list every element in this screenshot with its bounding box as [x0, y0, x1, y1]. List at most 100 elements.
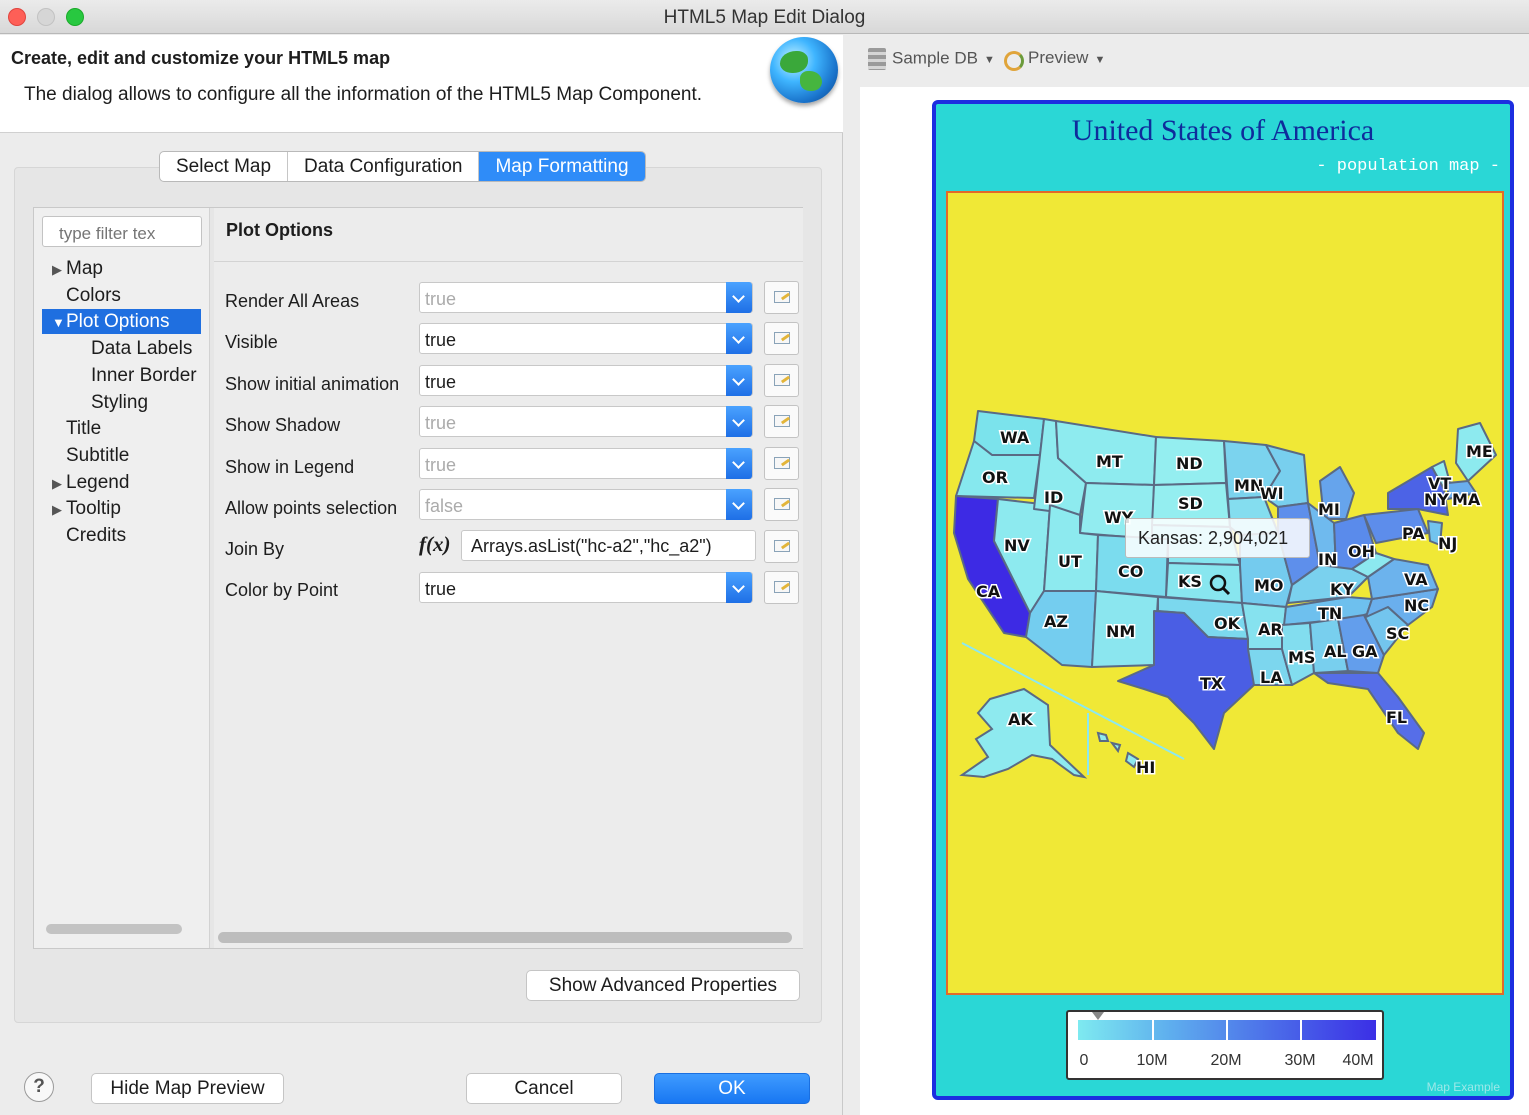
show-shadow-select[interactable]: true	[419, 406, 753, 437]
dropdown-chevron-icon[interactable]	[726, 489, 752, 520]
dropdown-chevron-icon[interactable]	[726, 282, 752, 313]
state-label: MI	[1318, 500, 1340, 519]
refresh-preview-icon	[1002, 49, 1024, 71]
tree-horizontal-scrollbar[interactable]	[46, 924, 182, 934]
tab-data-configuration[interactable]: Data Configuration	[288, 152, 480, 181]
color-axis-legend: 0 10M 20M 30M 40M	[1066, 1010, 1384, 1080]
tree-item-colors[interactable]: Colors	[66, 283, 121, 308]
state-label: SD	[1178, 494, 1203, 513]
state-label: PA	[1402, 524, 1425, 543]
state-label: WA	[1000, 428, 1030, 447]
dialog-panel: Create, edit and customize your HTML5 ma…	[0, 35, 843, 1115]
state-label: CA	[976, 582, 1001, 601]
map-plot-area: WA OR CA NV ID MT WY UT AZ CO NM ND SD K…	[946, 191, 1504, 995]
prop-label-show-in-legend: Show in Legend	[225, 457, 355, 477]
color-by-point-edit-button[interactable]	[764, 571, 799, 604]
dropdown-chevron-icon[interactable]	[726, 572, 752, 603]
show-initial-animation-select[interactable]: true	[419, 365, 753, 396]
datasource-dropdown[interactable]: Sample DB ▼	[868, 48, 995, 70]
dropdown-chevron-icon[interactable]	[726, 323, 752, 354]
show-shadow-edit-button[interactable]	[764, 405, 799, 438]
legend-tick	[1226, 1020, 1228, 1040]
show-initial-animation-edit-button[interactable]	[764, 364, 799, 397]
banner-heading: Create, edit and customize your HTML5 ma…	[11, 48, 391, 68]
edit-expression-icon	[774, 332, 790, 344]
visible-edit-button[interactable]	[764, 322, 799, 355]
properties-horizontal-scrollbar[interactable]	[218, 932, 792, 943]
ok-button[interactable]: OK	[654, 1073, 810, 1104]
state-ak[interactable]	[959, 687, 1088, 779]
collapse-arrow-icon[interactable]: ▼	[52, 310, 66, 335]
tree-filter-input[interactable]	[42, 216, 202, 247]
color-by-point-select[interactable]: true	[419, 572, 753, 603]
show-in-legend-select[interactable]: true	[419, 448, 753, 479]
state-label: MS	[1288, 648, 1315, 667]
tab-select-map[interactable]: Select Map	[160, 152, 289, 181]
dropdown-chevron-icon[interactable]	[726, 406, 752, 437]
edit-expression-icon	[774, 581, 790, 593]
state-label: NJ	[1438, 534, 1457, 553]
state-label: ND	[1176, 454, 1203, 473]
cancel-button[interactable]: Cancel	[466, 1073, 622, 1104]
dialog-banner: Create, edit and customize your HTML5 ma…	[0, 35, 843, 133]
expand-arrow-icon[interactable]: ▶	[52, 471, 66, 496]
select-value: true	[425, 289, 457, 309]
select-value: false	[425, 496, 464, 516]
dropdown-chevron-icon[interactable]	[726, 448, 752, 479]
formatting-panel: ▶Map Colors ▼Plot Options Data Labels In…	[33, 207, 803, 949]
state-label: HI	[1136, 758, 1155, 777]
render-all-areas-edit-button[interactable]	[764, 281, 799, 314]
tree-item-plot-options[interactable]: ▼Plot Options	[42, 309, 201, 334]
state-label: FL	[1386, 708, 1407, 727]
caret-down-icon: ▼	[983, 54, 995, 67]
prop-label-show-initial-animation: Show initial animation	[225, 374, 400, 394]
join-by-input[interactable]: Arrays.asList("hc-a2","hc_a2")	[461, 530, 756, 561]
database-icon	[868, 48, 886, 70]
tree-item-map[interactable]: ▶ Map	[52, 256, 103, 281]
tree-item-inner-border[interactable]: Inner Border	[91, 363, 197, 388]
state-label: VA	[1404, 570, 1428, 589]
render-all-areas-select[interactable]: true	[419, 282, 753, 313]
state-hi[interactable]	[1096, 731, 1140, 769]
tree-item-data-labels[interactable]: Data Labels	[91, 336, 192, 361]
state-fl[interactable]	[1313, 672, 1425, 750]
allow-points-selection-select[interactable]: false	[419, 489, 753, 520]
tree-item-credits[interactable]: Credits	[66, 523, 126, 548]
state-label: OR	[982, 468, 1008, 487]
preview-dropdown[interactable]: Preview ▼	[1002, 48, 1106, 71]
caret-down-icon: ▼	[1094, 54, 1106, 66]
tab-map-formatting[interactable]: Map Formatting	[479, 152, 645, 181]
options-tree: ▶Map Colors ▼Plot Options Data Labels In…	[34, 208, 210, 948]
show-in-legend-edit-button[interactable]	[764, 447, 799, 480]
state-label: KY	[1330, 580, 1354, 599]
tree-item-styling[interactable]: Styling	[91, 390, 148, 415]
tree-item-tooltip[interactable]: ▶ Tooltip	[52, 496, 121, 521]
state-label: NV	[1004, 536, 1030, 555]
legend-label: 10M	[1136, 1052, 1168, 1069]
tree-item-label: Data Labels	[91, 338, 193, 359]
join-by-edit-button[interactable]	[764, 530, 799, 563]
tree-item-subtitle[interactable]: Subtitle	[66, 443, 129, 468]
state-label: MA	[1452, 490, 1481, 509]
state-label: LA	[1260, 668, 1283, 687]
expand-arrow-icon[interactable]: ▶	[52, 497, 66, 522]
tree-item-label: Inner Border	[91, 365, 197, 386]
state-label: GA	[1352, 642, 1378, 661]
prop-label-render-all-areas: Render All Areas	[225, 291, 360, 311]
show-advanced-properties-button[interactable]: Show Advanced Properties	[526, 970, 800, 1001]
visible-select[interactable]: true	[419, 323, 753, 354]
allow-points-selection-edit-button[interactable]	[764, 488, 799, 521]
legend-label: 20M	[1210, 1052, 1242, 1069]
help-icon[interactable]: ?	[24, 1072, 54, 1102]
state-label: ID	[1044, 488, 1063, 507]
hide-map-preview-button[interactable]: Hide Map Preview	[91, 1073, 284, 1104]
edit-expression-icon	[774, 540, 790, 552]
us-map-svg: WA OR CA NV ID MT WY UT AZ CO NM ND SD K…	[953, 410, 1497, 779]
tree-item-title[interactable]: Title	[66, 416, 101, 441]
map-credits[interactable]: Map Example	[1427, 1080, 1500, 1094]
state-label: UT	[1058, 552, 1082, 571]
dropdown-chevron-icon[interactable]	[726, 365, 752, 396]
tree-item-legend[interactable]: ▶ Legend	[52, 470, 129, 495]
expand-arrow-icon[interactable]: ▶	[52, 257, 66, 282]
state-label: NM	[1106, 622, 1135, 641]
